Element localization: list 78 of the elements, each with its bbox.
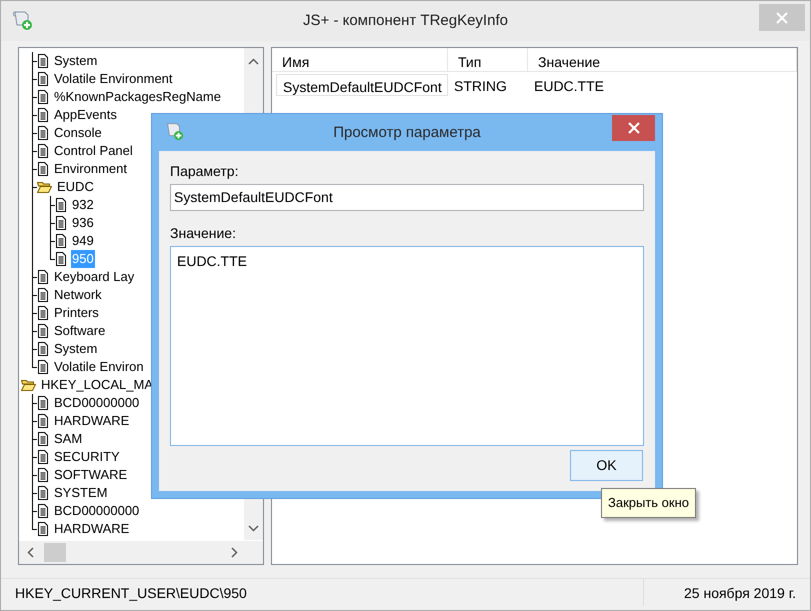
document-icon <box>37 468 49 482</box>
tree-item[interactable]: 949 <box>71 232 95 250</box>
tree-item[interactable]: AppEvents <box>53 106 118 124</box>
tree-item[interactable]: HKEY_LOCAL_MA <box>40 376 154 394</box>
tree-item[interactable]: Volatile Environment <box>53 70 174 88</box>
table-cell: SystemDefaultEUDCFont <box>276 74 448 96</box>
app-icon <box>11 9 33 31</box>
tree-item[interactable]: SAM <box>53 430 84 448</box>
tree-item[interactable]: SOFTWARE <box>53 466 128 484</box>
table-cell-text: STRING <box>453 77 508 96</box>
value-field[interactable]: EUDC.TTE <box>170 246 644 446</box>
field-label: Параметр: <box>170 162 240 181</box>
scroll-up-icon[interactable] <box>248 58 259 65</box>
tree-item[interactable]: SYSTEM <box>53 484 108 502</box>
document-icon <box>55 234 67 248</box>
document-icon <box>37 72 49 86</box>
window-title: JS+ - компонент TRegKeyInfo <box>303 10 508 31</box>
document-icon <box>37 270 49 284</box>
tree-item[interactable]: Volatile Environ <box>53 358 145 376</box>
document-icon <box>37 90 49 104</box>
tree-item[interactable]: EUDC <box>56 178 95 196</box>
column-header[interactable]: Значение <box>528 48 797 71</box>
tree-item[interactable]: BCD00000000 <box>53 502 140 520</box>
document-icon <box>37 522 49 536</box>
dialog-title: Просмотр параметра <box>333 123 481 143</box>
tree-item[interactable]: 932 <box>71 196 95 214</box>
document-icon <box>37 414 49 428</box>
scroll-left-icon[interactable] <box>27 547 34 558</box>
close-button[interactable] <box>612 115 655 141</box>
tree-item[interactable]: Printers <box>53 304 100 322</box>
document-icon <box>37 486 49 500</box>
column-header[interactable]: Тип <box>448 48 528 71</box>
scroll-right-icon[interactable] <box>231 547 238 558</box>
document-icon <box>37 306 49 320</box>
document-icon <box>37 162 49 176</box>
document-icon <box>37 144 49 158</box>
tree-item[interactable]: Environment <box>53 160 128 178</box>
document-icon <box>37 288 49 302</box>
document-icon <box>55 252 67 266</box>
ok-button[interactable]: OK <box>570 450 643 481</box>
document-icon <box>37 108 49 122</box>
status-text: 25 ноября 2019 г. <box>643 579 810 606</box>
tree-item[interactable]: HARDWARE <box>53 412 130 430</box>
tree-item[interactable]: BCD00000000 <box>53 394 140 412</box>
table-cell-text: EUDC.TTE <box>533 77 605 96</box>
close-icon <box>626 121 640 135</box>
document-icon <box>37 504 49 518</box>
document-icon <box>37 54 49 68</box>
scroll-down-icon[interactable] <box>248 525 259 532</box>
document-icon <box>37 324 49 338</box>
document-icon <box>55 216 67 230</box>
scroll-thumb[interactable] <box>44 543 66 562</box>
tree-item[interactable]: Keyboard Lay <box>53 268 136 286</box>
tree-item[interactable]: Console <box>53 124 103 142</box>
close-icon <box>774 10 790 26</box>
column-header[interactable]: Имя <box>272 48 448 71</box>
document-icon <box>55 198 67 212</box>
document-icon <box>37 450 49 464</box>
tree-item[interactable]: Network <box>53 286 103 304</box>
document-icon <box>37 342 49 356</box>
field-label: Значение: <box>170 224 237 243</box>
app-icon <box>164 121 184 141</box>
tree-item[interactable]: System <box>53 52 98 70</box>
document-icon <box>37 126 49 140</box>
parameter-field[interactable]: SystemDefaultEUDCFont <box>170 184 644 211</box>
tree-item[interactable]: HARDWARE <box>53 520 130 538</box>
tree-item[interactable]: %KnownPackagesRegName <box>53 88 222 106</box>
status-text: HKEY_CURRENT_USER\EUDC\950 <box>14 584 248 603</box>
tree-item[interactable]: Control Panel <box>53 142 134 160</box>
document-icon <box>37 360 49 374</box>
tree-item[interactable]: 936 <box>71 214 95 232</box>
document-icon <box>37 396 49 410</box>
tree-item[interactable]: System <box>53 340 98 358</box>
document-icon <box>37 432 49 446</box>
tree-item[interactable]: SECURITY <box>53 448 121 466</box>
tree-item[interactable]: Software <box>53 322 106 340</box>
tooltip: Закрыть окно <box>601 488 696 518</box>
horizontal-scrollbar[interactable] <box>19 541 263 564</box>
